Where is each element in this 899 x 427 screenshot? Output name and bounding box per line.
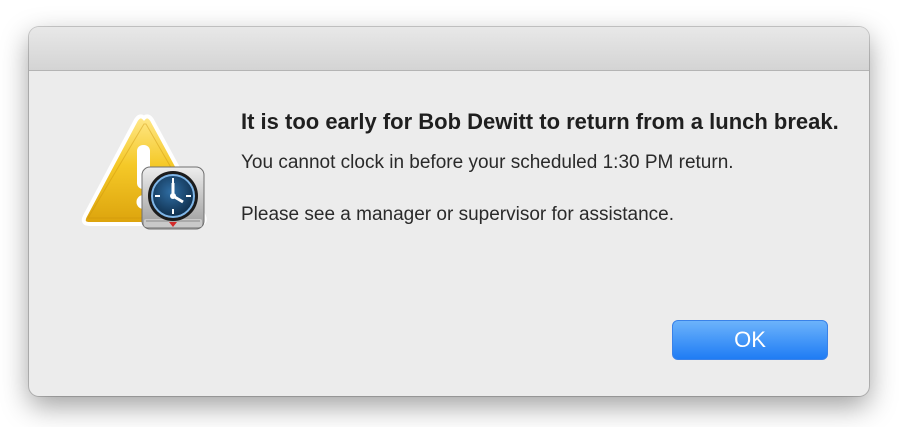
alert-headline: It is too early for Bob Dewitt to return… [241,109,839,134]
alert-detail: You cannot clock in before your schedule… [241,152,734,173]
message-area: It is too early for Bob Dewitt to return… [241,105,841,228]
alert-assistance: Please see a manager or supervisor for a… [241,204,674,225]
title-bar[interactable] [29,27,869,71]
alert-dialog: It is too early for Bob Dewitt to return… [29,27,869,396]
ok-button[interactable]: OK [672,320,828,360]
warning-icon [81,114,207,230]
time-clock-icon [141,166,205,230]
